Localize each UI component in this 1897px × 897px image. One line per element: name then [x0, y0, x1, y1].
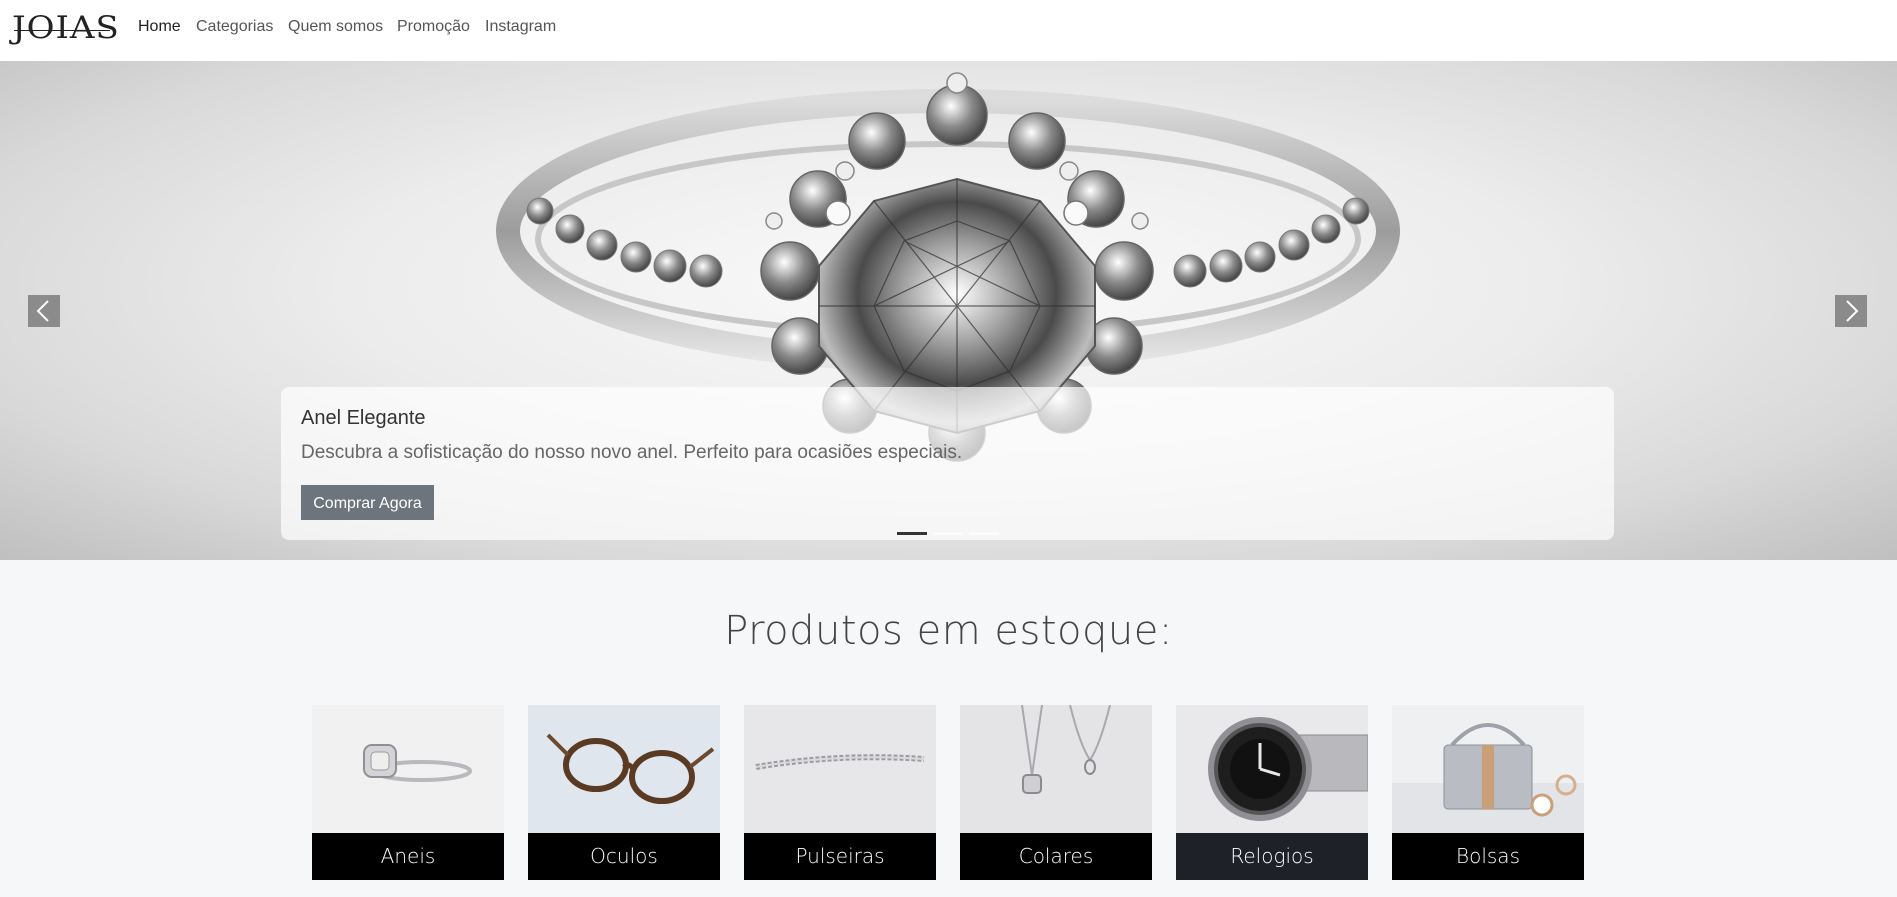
product-card-relogios[interactable]: Relogios	[1176, 705, 1368, 880]
nav-quem-somos[interactable]: Quem somos	[288, 18, 383, 36]
product-label: Relogios	[1176, 833, 1368, 880]
product-label: Bolsas	[1392, 833, 1584, 880]
nav-home[interactable]: Home	[138, 18, 181, 36]
nav-instagram[interactable]: Instagram	[485, 18, 556, 36]
slide-description: Descubra a sofisticação do nosso novo an…	[301, 442, 963, 463]
logo-line	[14, 30, 110, 31]
nav-promocao[interactable]: Promoção	[397, 18, 470, 36]
ring-image	[312, 705, 504, 833]
slide-title: Anel Elegante	[301, 407, 426, 429]
chevron-left-icon	[36, 300, 49, 322]
carousel-prev-button[interactable]	[28, 295, 60, 327]
product-label: Colares	[960, 833, 1152, 880]
carousel-indicator-2[interactable]	[933, 532, 963, 535]
brand-name: JOIAS	[12, 10, 120, 46]
bag-image	[1392, 705, 1584, 833]
product-card-bolsas[interactable]: Bolsas	[1392, 705, 1584, 880]
carousel-next-button[interactable]	[1835, 295, 1867, 327]
product-card-colares[interactable]: Colares	[960, 705, 1152, 880]
carousel-indicator-1[interactable]	[897, 532, 927, 535]
product-card-aneis[interactable]: Aneis	[312, 705, 504, 880]
carousel-indicator-3[interactable]	[969, 532, 999, 535]
buy-now-button[interactable]: Comprar Agora	[301, 485, 434, 520]
brand-logo[interactable]: JOIAS	[12, 8, 120, 48]
product-card-oculos[interactable]: Oculos	[528, 705, 720, 880]
bracelet-image	[744, 705, 936, 833]
product-card-pulseiras[interactable]: Pulseiras	[744, 705, 936, 880]
product-label: Pulseiras	[744, 833, 936, 880]
nav-categorias[interactable]: Categorias	[196, 18, 273, 36]
product-label: Oculos	[528, 833, 720, 880]
product-label: Aneis	[312, 833, 504, 880]
chevron-right-icon	[1846, 300, 1859, 322]
necklace-image	[960, 705, 1152, 833]
carousel-caption: Anel Elegante Descubra a sofisticação do…	[281, 387, 1614, 540]
glasses-image	[528, 705, 720, 833]
products-title: Produtos em estoque:	[724, 608, 1173, 654]
navbar: JOIAS Home Categorias Quem somos Promoçã…	[0, 0, 1897, 61]
watch-image	[1176, 705, 1368, 833]
hero-carousel: Anel Elegante Descubra a sofisticação do…	[0, 61, 1897, 560]
